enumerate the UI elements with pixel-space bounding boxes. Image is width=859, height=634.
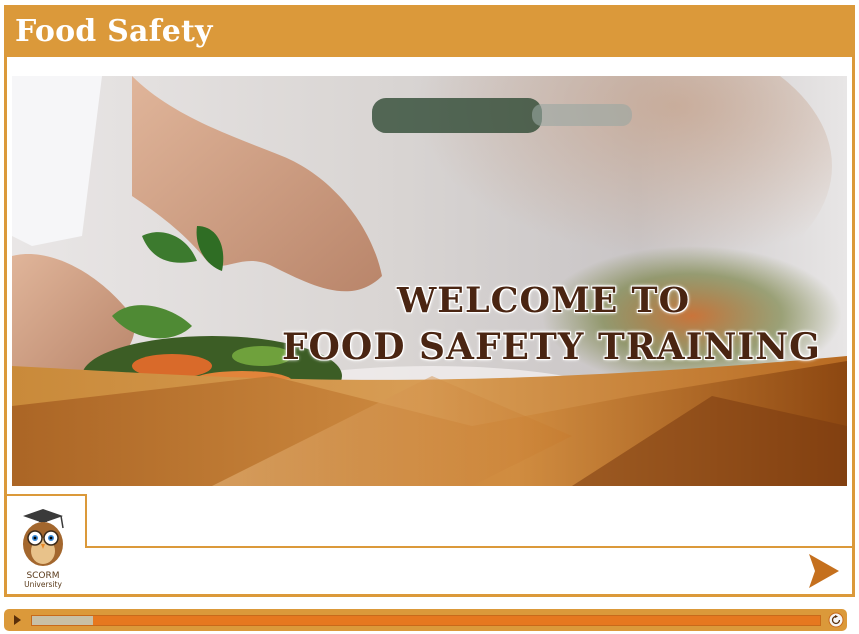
- progress-fill: [32, 616, 93, 625]
- footer-divider: [85, 494, 87, 548]
- logo-text-line2: University: [24, 580, 62, 589]
- next-arrow-icon[interactable]: [805, 552, 843, 590]
- slide-area: WELCOME TO FOOD SAFETY TRAINING SCORM Un…: [7, 57, 852, 594]
- hero-banner: WELCOME TO FOOD SAFETY TRAINING: [12, 76, 847, 486]
- replay-icon[interactable]: [828, 612, 844, 628]
- course-frame: Food Safety WELCOME TO FOOD SAFETY TRAIN…: [4, 5, 855, 597]
- welcome-headline-line1: WELCOME TO: [397, 280, 691, 321]
- welcome-headline-line2: FOOD SAFETY TRAINING: [282, 326, 821, 368]
- footer-divider: [85, 546, 852, 548]
- course-title: Food Safety: [15, 14, 213, 49]
- owl-graduate-icon: SCORM University: [23, 509, 64, 589]
- title-bar: Food Safety: [4, 5, 855, 57]
- progress-bar[interactable]: [31, 615, 821, 626]
- play-icon[interactable]: [10, 613, 24, 627]
- slide-footer: SCORM University: [7, 494, 852, 594]
- footer-divider: [7, 494, 87, 496]
- player-controls: [4, 609, 847, 631]
